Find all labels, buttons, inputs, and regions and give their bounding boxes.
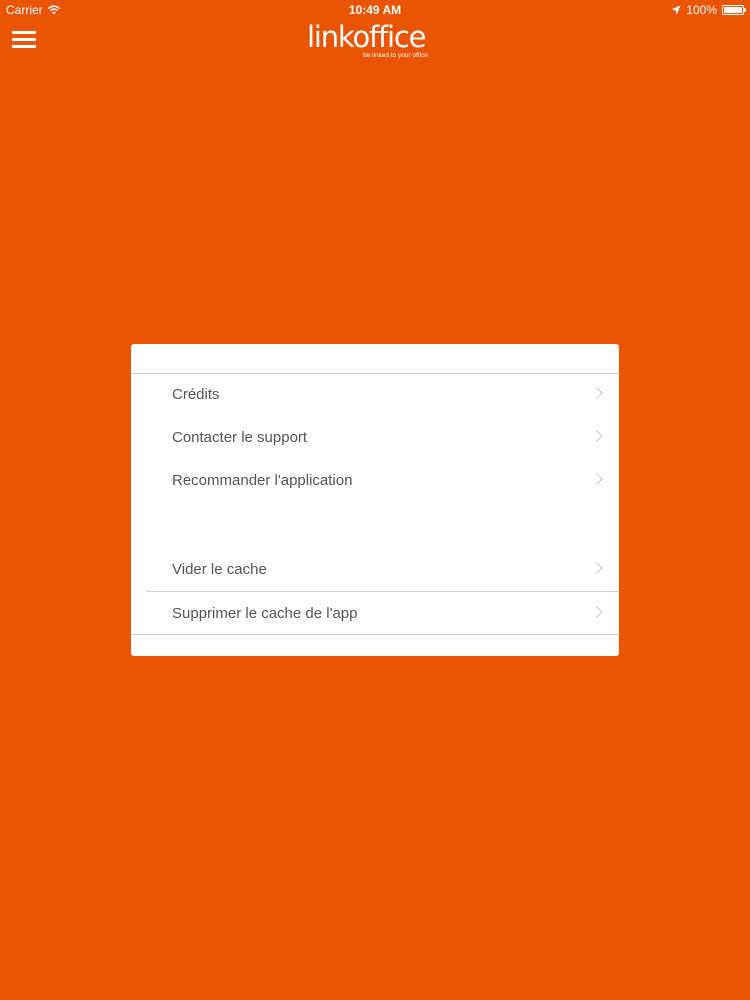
hamburger-line (12, 45, 36, 48)
menu-item-contact-support[interactable]: Contacter le support (131, 416, 619, 459)
status-right: 100% (671, 3, 746, 17)
chevron-right-icon (591, 430, 603, 442)
battery-icon (722, 5, 746, 15)
menu-item-label: Crédits (172, 386, 220, 403)
battery-fill (724, 7, 742, 13)
location-arrow-icon (671, 5, 681, 15)
menu-item-delete-app-cache[interactable]: Supprimer le cache de l'app (131, 592, 619, 635)
settings-card: Crédits Contacter le support Recommander… (131, 344, 619, 656)
chevron-right-icon (591, 606, 603, 618)
status-bar: Carrier 10:49 AM 100% (0, 0, 750, 20)
menu-item-label: Vider le cache (172, 561, 267, 578)
logo-wordmark: linkoffice (307, 20, 426, 54)
row-divider (131, 634, 619, 635)
chevron-right-icon (591, 473, 603, 485)
chevron-right-icon (591, 387, 603, 399)
app-logo: linkoffice be linked to your office (307, 20, 447, 62)
chevron-right-icon (591, 562, 603, 574)
battery-percent: 100% (686, 3, 717, 17)
status-time: 10:49 AM (348, 3, 402, 17)
menu-item-credits[interactable]: Crédits (131, 373, 619, 416)
menu-item-clear-cache[interactable]: Vider le cache (131, 548, 619, 591)
menu-item-label: Recommander l'application (172, 472, 353, 489)
menu-item-label: Contacter le support (172, 429, 308, 446)
menu-item-recommend-app[interactable]: Recommander l'application (131, 459, 619, 502)
hamburger-icon[interactable] (12, 30, 36, 50)
hamburger-line (12, 31, 36, 34)
logo-tagline: be linked to your office (363, 52, 428, 59)
hamburger-line (12, 38, 36, 41)
menu-item-label: Supprimer le cache de l'app (172, 605, 358, 622)
